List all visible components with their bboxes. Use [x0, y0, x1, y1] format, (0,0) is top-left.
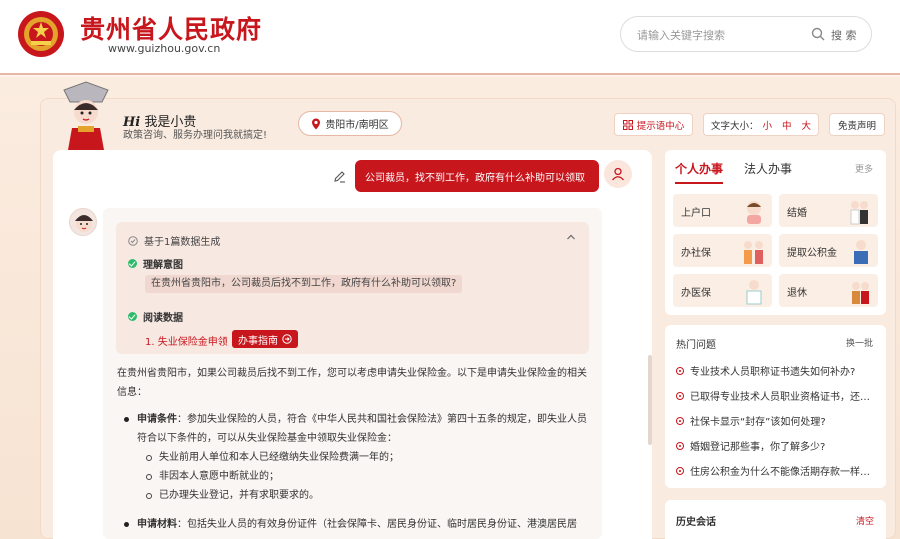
baby-icon [747, 201, 761, 224]
family-icon [744, 241, 763, 264]
arrow-circle-icon [282, 334, 292, 344]
success-check-icon [128, 259, 137, 268]
service-card-social-insurance[interactable]: 办社保 [673, 234, 772, 267]
disclaimer-button[interactable]: 免责声明 [829, 113, 885, 136]
chevron-up-icon[interactable] [566, 232, 576, 242]
service-card-retirement[interactable]: 退休 [779, 274, 878, 307]
couple-icon [850, 201, 868, 225]
bot-avatar [69, 208, 97, 236]
site-title[interactable]: 贵州省人民政府 [80, 10, 262, 46]
hot-question-item[interactable]: 住房公积金为什么不能像活期存款一样… [676, 463, 881, 478]
more-link[interactable]: 更多 [855, 162, 873, 175]
grid-icon [622, 119, 633, 130]
chat-scrollbar[interactable] [648, 355, 652, 445]
hot-questions-panel: 热门问题 换一批 专业技术人员职称证书遗失如何补办? 已取得专业技术人员职业资格… [665, 325, 886, 488]
tab-personal[interactable]: 个人办事 [675, 160, 723, 177]
source-box: 基于1篇数据生成 理解意图 在贵州省贵阳市，公司裁员后找不到工作，政府有什么补助… [116, 222, 589, 354]
doctor-icon [746, 280, 762, 305]
clear-history-button[interactable]: 清空 [856, 514, 874, 527]
prompt-center-button[interactable]: 提示语中心 [614, 113, 693, 136]
user-icon [612, 167, 624, 181]
search-box[interactable]: 请输入关键字搜索 搜 索 [620, 16, 872, 52]
search-button[interactable]: 搜 索 [831, 27, 857, 43]
bullet-icon [676, 466, 684, 475]
bullet-icon [676, 391, 684, 400]
greeting-subtitle: 政策咨询、服务办理问我就搞定! [123, 130, 268, 141]
font-size-control: 文字大小： 小 中 大 [703, 113, 819, 136]
bullet-icon [676, 441, 684, 450]
source-document-link[interactable]: 1. 失业保险金申领 [145, 333, 228, 348]
bullet-icon [676, 366, 684, 375]
font-size-small[interactable]: 小 [762, 118, 772, 132]
intent-text: 在贵州省贵阳市，公司裁员后找不到工作，政府有什么补助可以领取? [145, 275, 463, 293]
user-message: 公司裁员，找不到工作，政府有什么补助可以领取 [355, 160, 599, 192]
history-panel: 历史会话 清空 [665, 500, 886, 539]
active-tab-indicator [675, 182, 723, 184]
hot-questions-title: 热门问题 [676, 340, 716, 351]
tab-corporate[interactable]: 法人办事 [744, 160, 792, 177]
service-card-household[interactable]: 上户口 [673, 194, 772, 227]
service-card-marriage[interactable]: 结婚 [779, 194, 878, 227]
location-pin-icon [312, 118, 321, 129]
top-header: 贵州省人民政府 www.guizhou.gov.cn 请输入关键字搜索 搜 索 [0, 0, 900, 75]
hot-question-item[interactable]: 专业技术人员职称证书遗失如何补办? [676, 363, 881, 378]
edit-icon[interactable] [333, 170, 346, 183]
font-size-medium[interactable]: 中 [782, 118, 792, 132]
font-size-large[interactable]: 大 [802, 118, 812, 132]
understand-intent-label: 理解意图 [128, 256, 183, 271]
success-check-icon [128, 312, 137, 321]
site-url: www.guizhou.gov.cn [108, 42, 221, 55]
check-circle-icon [128, 235, 138, 246]
service-guide-button[interactable]: 办事指南 [232, 330, 298, 348]
bullet-icon [676, 416, 684, 425]
hot-question-item[interactable]: 已取得专业技术人员职业资格证书，还… [676, 388, 881, 403]
search-input[interactable]: 请输入关键字搜索 [637, 27, 725, 43]
person-icon [854, 240, 868, 264]
hot-question-item[interactable]: 婚姻登记那些事，你了解多少? [676, 438, 881, 453]
user-avatar [604, 160, 632, 188]
location-selector[interactable]: 贵阳市/南明区 [298, 111, 402, 136]
source-header[interactable]: 基于1篇数据生成 [128, 233, 220, 248]
national-emblem-icon [18, 11, 64, 57]
read-data-label: 阅读数据 [128, 309, 183, 324]
service-card-medical-insurance[interactable]: 办医保 [673, 274, 772, 307]
refresh-button[interactable]: 换一批 [846, 336, 873, 349]
service-card-housing-fund[interactable]: 提取公积金 [779, 234, 878, 267]
mascot-icon [63, 81, 109, 150]
history-title: 历史会话 [676, 517, 716, 528]
search-icon[interactable] [811, 27, 825, 41]
answer-text: 在贵州省贵阳市，如果公司裁员后找不到工作，您可以考虑申请失业保险金。以下是申请失… [117, 364, 595, 534]
hot-question-item[interactable]: 社保卡显示“封存”该如何处理? [676, 413, 881, 428]
elderly-icon [852, 282, 869, 304]
services-panel: 个人办事 法人办事 更多 上户口 结婚 办社保 提取公积金 办医保 退休 [665, 150, 886, 315]
